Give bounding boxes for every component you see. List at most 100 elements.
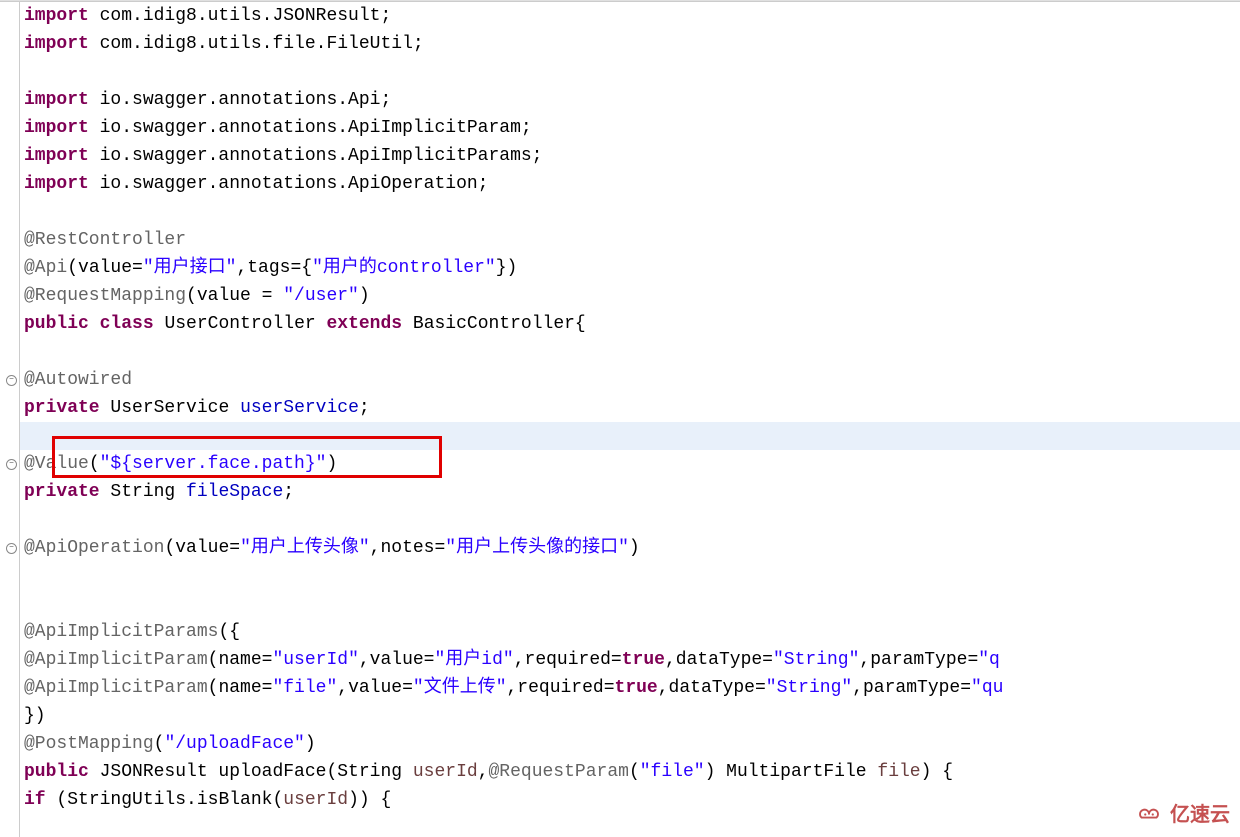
code-token: @ApiImplicitParams — [24, 622, 218, 642]
code-token: ( — [272, 790, 283, 810]
code-token: @ApiImplicitParam — [24, 678, 208, 698]
code-line[interactable]: @RequestMapping(value = "/user") — [20, 282, 1240, 310]
code-line[interactable]: if (StringUtils.isBlank(userId)) { — [20, 786, 1240, 814]
code-token: "${server.face.path}" — [100, 454, 327, 474]
gutter-line — [0, 562, 19, 590]
code-line[interactable]: @Api(value="用户接口",tags={"用户的controller"}… — [20, 254, 1240, 282]
code-token: import — [24, 146, 89, 166]
code-line[interactable]: @ApiOperation(value="用户上传头像",notes="用户上传… — [20, 534, 1240, 562]
gutter-line — [0, 394, 19, 422]
code-token: "用户id" — [435, 650, 514, 670]
gutter-line — [0, 758, 19, 786]
gutter-line — [0, 170, 19, 198]
code-token: private — [24, 482, 100, 502]
code-token: ,value= — [359, 650, 435, 670]
code-line[interactable]: @ApiImplicitParam(name="userId",value="用… — [20, 646, 1240, 674]
code-token: ,tags={ — [236, 258, 312, 278]
code-line[interactable]: import io.swagger.annotations.ApiOperati… — [20, 170, 1240, 198]
code-token: JSONResult uploadFace(String — [89, 762, 413, 782]
gutter-line — [0, 674, 19, 702]
code-token: String — [100, 482, 186, 502]
code-token: ) — [305, 734, 316, 754]
code-token: }) — [496, 258, 518, 278]
gutter-line — [0, 142, 19, 170]
code-token: ( — [154, 734, 165, 754]
code-token: ({ — [218, 622, 240, 642]
code-token: @Api — [24, 258, 67, 278]
code-line[interactable]: @Autowired — [20, 366, 1240, 394]
code-line[interactable]: import io.swagger.annotations.ApiImplici… — [20, 114, 1240, 142]
code-line[interactable] — [20, 338, 1240, 366]
code-token: ,value= — [337, 678, 413, 698]
code-line[interactable]: import io.swagger.annotations.ApiImplici… — [20, 142, 1240, 170]
gutter-line — [0, 30, 19, 58]
fold-collapse-icon[interactable] — [6, 375, 17, 386]
gutter-line — [0, 506, 19, 534]
code-line[interactable] — [20, 562, 1240, 590]
code-token: , — [478, 762, 489, 782]
code-token: "String" — [773, 650, 859, 670]
code-line[interactable] — [20, 58, 1240, 86]
code-token: }) — [24, 706, 46, 726]
editor-area: import com.idig8.utils.JSONResult;import… — [0, 2, 1240, 837]
code-token: true — [615, 678, 658, 698]
code-token: file — [877, 762, 920, 782]
code-token: (name= — [208, 678, 273, 698]
code-token: extends — [326, 314, 402, 334]
gutter-line — [0, 114, 19, 142]
code-token: public — [24, 762, 89, 782]
code-token: (value = — [186, 286, 283, 306]
code-token: import — [24, 118, 89, 138]
code-token: ,dataType= — [658, 678, 766, 698]
code-token: isBlank — [197, 790, 273, 810]
code-line[interactable]: }) — [20, 702, 1240, 730]
code-line[interactable]: private String fileSpace; — [20, 478, 1240, 506]
code-token: fileSpace — [186, 482, 283, 502]
gutter-line — [0, 590, 19, 618]
code-token: ; — [359, 398, 370, 418]
code-line[interactable]: import com.idig8.utils.file.FileUtil; — [20, 30, 1240, 58]
code-line[interactable]: @PostMapping("/uploadFace") — [20, 730, 1240, 758]
gutter-line — [0, 86, 19, 114]
code-token: com.idig8.utils.file.FileUtil; — [89, 34, 424, 54]
fold-collapse-icon[interactable] — [6, 459, 17, 470]
code-token: (value= — [164, 538, 240, 558]
code-token: ) MultipartFile — [705, 762, 878, 782]
code-token: ) — [326, 454, 337, 474]
code-line[interactable]: private UserService userService; — [20, 394, 1240, 422]
code-token: import — [24, 34, 89, 54]
code-token: @RestController — [24, 230, 186, 250]
code-token: io.swagger.annotations.ApiOperation; — [89, 174, 489, 194]
gutter-line — [0, 254, 19, 282]
code-line[interactable]: public JSONResult uploadFace(String user… — [20, 758, 1240, 786]
code-token: ,dataType= — [665, 650, 773, 670]
fold-collapse-icon[interactable] — [6, 543, 17, 554]
code-token: (StringUtils. — [46, 790, 197, 810]
code-area[interactable]: import com.idig8.utils.JSONResult;import… — [20, 2, 1240, 837]
code-line[interactable] — [20, 590, 1240, 618]
gutter-line — [0, 730, 19, 758]
code-line[interactable]: @ApiImplicitParams({ — [20, 618, 1240, 646]
code-token: "/user" — [283, 286, 359, 306]
code-token: userService — [240, 398, 359, 418]
code-line[interactable]: import io.swagger.annotations.Api; — [20, 86, 1240, 114]
code-token: (value= — [67, 258, 143, 278]
gutter-line — [0, 198, 19, 226]
code-line[interactable]: import com.idig8.utils.JSONResult; — [20, 2, 1240, 30]
code-token: true — [622, 650, 665, 670]
gutter-line — [0, 282, 19, 310]
gutter-line — [0, 338, 19, 366]
code-line[interactable]: public class UserController extends Basi… — [20, 310, 1240, 338]
watermark: 亿速云 — [1134, 798, 1230, 827]
code-line[interactable] — [20, 422, 1240, 450]
code-token: ) — [629, 538, 640, 558]
code-token: userId — [283, 790, 348, 810]
code-token: private — [24, 398, 100, 418]
code-line[interactable]: @RestController — [20, 226, 1240, 254]
code-token: io.swagger.annotations.Api; — [89, 90, 391, 110]
code-line[interactable] — [20, 198, 1240, 226]
code-line[interactable]: @Value("${server.face.path}") — [20, 450, 1240, 478]
code-line[interactable]: @ApiImplicitParam(name="file",value="文件上… — [20, 674, 1240, 702]
gutter — [0, 2, 20, 837]
code-line[interactable] — [20, 506, 1240, 534]
